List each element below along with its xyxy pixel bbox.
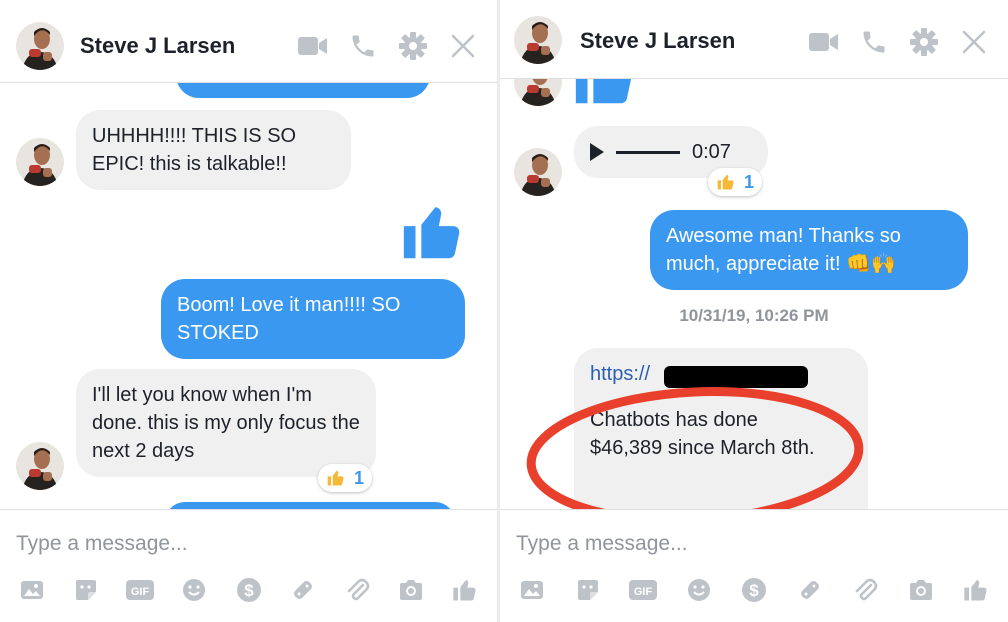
payment-icon[interactable]: $: [738, 574, 770, 606]
highlight-circle: [526, 387, 864, 510]
play-icon[interactable]: [590, 143, 604, 161]
gif-icon[interactable]: GIF: [627, 574, 659, 606]
gear-icon[interactable]: [397, 30, 429, 62]
sticker-icon[interactable]: [70, 574, 102, 606]
message-list[interactable]: 0:07 1 Awesome man! Thanks so much, appr…: [500, 78, 1008, 510]
avatar: [514, 78, 562, 106]
photo-icon[interactable]: [16, 574, 48, 606]
camera-icon[interactable]: [395, 574, 427, 606]
audio-progress-track[interactable]: [616, 150, 680, 154]
message-input[interactable]: Type a message...: [16, 532, 188, 556]
gear-icon[interactable]: [908, 26, 940, 58]
message-list[interactable]: UHHHH!!!! THIS IS SO EPIC! this is talka…: [0, 82, 497, 510]
composer-toolbar: GIF $: [516, 572, 992, 608]
composer: Type a message... GIF $: [500, 509, 1008, 622]
attachment-icon[interactable]: [341, 574, 373, 606]
chat-header: Steve J Larsen: [500, 0, 1008, 79]
games-icon[interactable]: [287, 574, 319, 606]
phone-icon[interactable]: [858, 26, 890, 58]
camera-icon[interactable]: [905, 574, 937, 606]
thumbs-up-icon[interactable]: [449, 574, 481, 606]
contact-name[interactable]: Steve J Larsen: [80, 33, 235, 59]
message-bubble-incoming: UHHHH!!!! THIS IS SO EPIC! this is talka…: [76, 110, 351, 190]
thumbs-up-icon[interactable]: [960, 574, 992, 606]
games-icon[interactable]: [794, 574, 826, 606]
phone-icon[interactable]: [347, 30, 379, 62]
message-bubble-outgoing: Awesome man! Thanks so much, appreciate …: [650, 210, 968, 290]
close-icon[interactable]: [958, 26, 990, 58]
svg-text:$: $: [749, 581, 759, 600]
reaction-badge[interactable]: 1: [318, 464, 373, 492]
reaction-count: 1: [354, 467, 365, 488]
avatar: [16, 442, 64, 490]
svg-text:GIF: GIF: [131, 586, 150, 598]
photo-icon[interactable]: [516, 574, 548, 606]
attachment-icon[interactable]: [849, 574, 881, 606]
message-bubble-incoming: I'll let you know when I'm done. this is…: [76, 369, 376, 477]
emoji-icon[interactable]: [178, 574, 210, 606]
contact-name[interactable]: Steve J Larsen: [580, 28, 735, 54]
svg-text:GIF: GIF: [634, 586, 653, 598]
timestamp: 10/31/19, 10:26 PM: [679, 306, 829, 325]
thumbs-up-sticker-icon: [398, 197, 468, 267]
reaction-badge[interactable]: 1: [708, 168, 763, 196]
avatar[interactable]: [514, 16, 562, 64]
message-bubble-outgoing: Boom! Love it man!!!! SO STOKED: [161, 279, 465, 359]
audio-duration: 0:07: [692, 141, 731, 163]
thumbs-up-emoji-icon: [716, 172, 736, 192]
close-icon[interactable]: [447, 30, 479, 62]
avatar: [16, 138, 64, 186]
chat-header: Steve J Larsen: [0, 0, 497, 83]
chat-window-right: Steve J Larsen 0:07 1 Awesome man! Thank…: [500, 0, 1008, 622]
reaction-count: 1: [744, 171, 755, 192]
emoji-icon[interactable]: [683, 574, 715, 606]
payment-icon[interactable]: $: [233, 574, 265, 606]
composer-toolbar: GIF $: [16, 572, 481, 608]
message-bubble-outgoing: [176, 82, 430, 98]
avatar: [514, 148, 562, 196]
video-camera-icon[interactable]: [808, 26, 840, 58]
message-input[interactable]: Type a message...: [516, 532, 688, 556]
gif-icon[interactable]: GIF: [124, 574, 156, 606]
thumbs-up-sticker-icon: [570, 78, 640, 112]
avatar[interactable]: [16, 22, 64, 70]
thumbs-up-emoji-icon: [326, 468, 346, 488]
chat-window-left: Steve J Larsen UHHHH!!!! THIS IS SO EPIC…: [0, 0, 497, 622]
composer: Type a message... GIF $: [0, 509, 497, 622]
sticker-icon[interactable]: [572, 574, 604, 606]
svg-text:$: $: [244, 581, 254, 600]
video-camera-icon[interactable]: [297, 30, 329, 62]
